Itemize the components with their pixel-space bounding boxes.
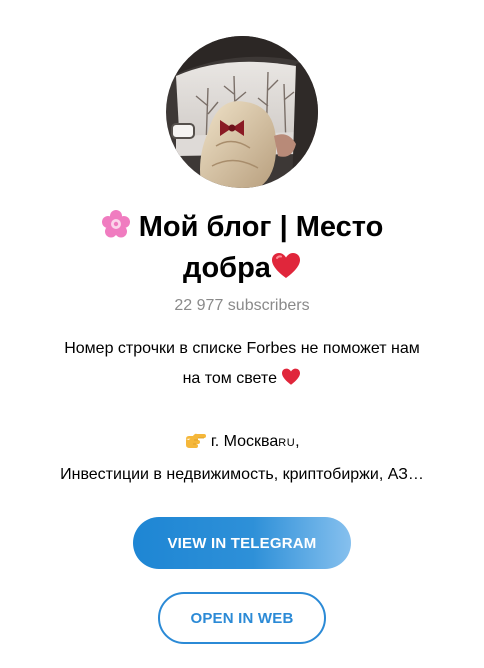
red-heart-icon [281, 367, 301, 397]
description-location-line: г. МоскваRU, [8, 427, 476, 460]
channel-title-line-1: Мой блог | Место [40, 208, 444, 249]
cherry-blossom-icon [101, 209, 131, 249]
open-in-web-button[interactable]: OPEN IN WEB [158, 592, 326, 644]
channel-title-line-2: добра [40, 249, 444, 290]
channel-preview-page: Мой блог | Место добра 22 977 subscriber… [0, 0, 484, 668]
russia-flag-text: RU [278, 437, 296, 449]
pointing-right-hand-icon [184, 430, 207, 460]
channel-title-text-2: добра [183, 252, 271, 284]
location-suffix: , [295, 433, 300, 450]
channel-avatar [166, 36, 318, 188]
location-prefix: г. Москва [210, 433, 279, 450]
subscriber-count: 22 977 subscribers [174, 297, 310, 314]
channel-title: Мой блог | Место добра [40, 208, 444, 290]
red-heart-icon [271, 252, 301, 290]
channel-description: Номер строчки в списке Forbes не поможет… [8, 334, 476, 490]
description-blank-line [8, 397, 476, 427]
view-in-telegram-button[interactable]: VIEW IN TELEGRAM [133, 517, 351, 569]
description-line-1: Номер строчки в списке Forbes не поможет… [64, 340, 420, 357]
channel-title-text-1: Мой блог | Место [138, 211, 384, 243]
description-line-2: на том свете [8, 364, 476, 397]
description-line-2-text: на том свете [182, 370, 277, 387]
description-line-4: Инвестиции в недвижимость, криптобиржи, … [60, 466, 424, 483]
